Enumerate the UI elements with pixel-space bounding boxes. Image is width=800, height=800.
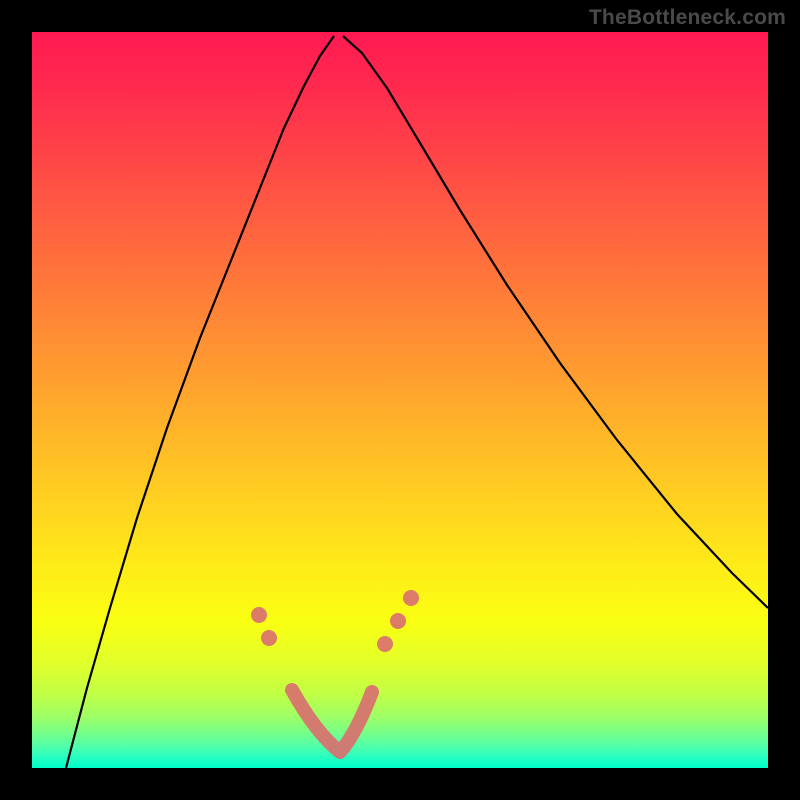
curve-left-branch <box>66 36 334 768</box>
plot-area <box>32 32 768 768</box>
marker-dot <box>390 613 406 629</box>
marker-dot <box>261 630 277 646</box>
bottom-marker-segment <box>292 690 372 752</box>
watermark-text: TheBottleneck.com <box>589 6 786 30</box>
chart-frame: TheBottleneck.com <box>0 0 800 800</box>
curve-right-branch <box>343 36 768 608</box>
chart-svg <box>32 32 768 768</box>
marker-dot <box>403 590 419 606</box>
marker-dots <box>251 590 419 652</box>
marker-dot <box>377 636 393 652</box>
marker-dot <box>251 607 267 623</box>
